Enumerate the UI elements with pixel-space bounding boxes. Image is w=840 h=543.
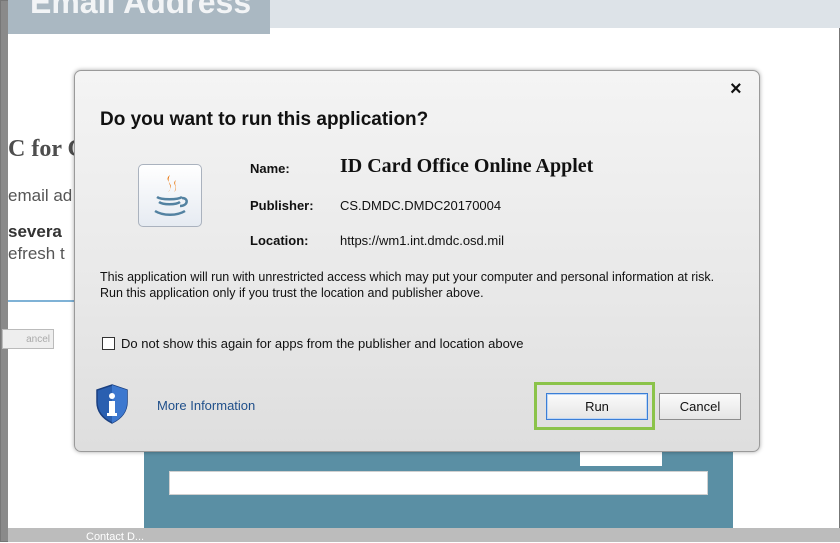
background-text-line: email ad xyxy=(8,186,73,205)
background-divider xyxy=(8,300,74,302)
left-border xyxy=(1,1,8,541)
background-input[interactable] xyxy=(169,471,708,495)
publisher-value: CS.DMDC.DMDC20170004 xyxy=(340,198,502,213)
security-dialog: × Do you want to run this application? N… xyxy=(74,70,760,452)
dialog-title: Do you want to run this application? xyxy=(100,109,429,130)
info-shield-icon-graphic xyxy=(96,384,128,424)
name-label: Name: xyxy=(250,161,290,176)
location-value: https://wm1.int.dmdc.osd.mil xyxy=(340,233,504,248)
java-cup-icon-graphic xyxy=(154,175,188,216)
more-information-link[interactable]: More Information xyxy=(157,398,255,413)
background-footer-text: Contact D... xyxy=(86,531,145,543)
cancel-button[interactable]: Cancel xyxy=(659,393,741,420)
background-header-tab: Email Address xyxy=(8,0,270,34)
java-cup-icon xyxy=(138,164,202,227)
close-icon[interactable]: × xyxy=(730,79,742,99)
application-name: ID Card Office Online Applet xyxy=(340,155,594,177)
background-panel-tab xyxy=(580,452,662,466)
security-warning-text: This application will run with unrestric… xyxy=(100,270,715,300)
info-shield-icon xyxy=(95,384,129,429)
background-text-line: efresh t xyxy=(8,244,65,263)
background-header-text: Email Address xyxy=(30,0,252,20)
do-not-show-checkbox[interactable] xyxy=(102,337,115,350)
background-text-line-bold: severa xyxy=(8,222,62,241)
background-cancel-button[interactable]: ancel xyxy=(2,329,54,349)
location-label: Location: xyxy=(250,233,309,248)
publisher-label: Publisher: xyxy=(250,198,314,213)
run-button[interactable]: Run xyxy=(546,393,648,420)
do-not-show-label[interactable]: Do not show this again for apps from the… xyxy=(121,336,524,351)
